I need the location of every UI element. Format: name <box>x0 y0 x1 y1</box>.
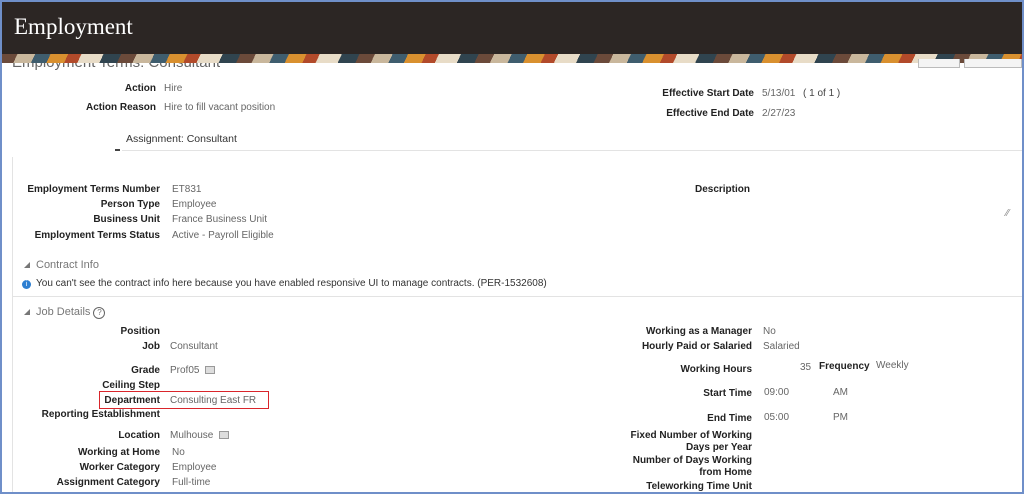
days-home-label: Number of Days Working <box>632 455 752 466</box>
manager-label: Working as a Manager <box>646 326 752 337</box>
start-time-value: 09:00 <box>764 387 790 398</box>
fixed-days-label: Fixed Number of Working <box>630 430 753 441</box>
person-type-value: Employee <box>172 199 217 210</box>
effective-start-value: 5/13/01 <box>762 88 796 99</box>
location-value: Mulhouse <box>170 430 214 441</box>
toolbar-button[interactable] <box>964 59 1022 68</box>
terms-status-value: Active - Payroll Eligible <box>172 230 274 241</box>
business-unit-value: France Business Unit <box>172 214 268 225</box>
description-label: Description <box>694 184 750 195</box>
divider <box>12 296 1022 297</box>
reporting-establishment-label: Reporting Establishment <box>41 409 160 420</box>
effective-start-label: Effective Start Date <box>662 88 754 99</box>
tab-marker <box>115 149 120 151</box>
date-range-count[interactable]: ( 1 of 1 ) <box>803 88 840 99</box>
terms-status-label: Employment Terms Status <box>34 230 160 241</box>
end-time-label: End Time <box>707 413 752 424</box>
hourly-salaried-label: Hourly Paid or Salaried <box>641 341 752 352</box>
info-icon: i <box>22 280 31 289</box>
effective-end-value: 2/27/23 <box>762 108 796 119</box>
start-time-label: Start Time <box>703 388 752 399</box>
working-hours-label: Working Hours <box>680 364 752 375</box>
left-border <box>12 157 13 492</box>
job-details-section[interactable]: Job Details ? <box>24 306 106 319</box>
end-time-value: 05:00 <box>764 412 790 423</box>
contract-info-message: i You can't see the contract info here be… <box>22 278 547 289</box>
teleworking-unit-label: Teleworking Time Unit <box>646 481 752 492</box>
message-text: You can't see the contract info here bec… <box>36 278 547 289</box>
department-label: Department <box>104 395 160 406</box>
department-value: Consulting East FR <box>170 395 257 406</box>
fixed-days-label-2: Days per Year <box>686 442 752 453</box>
terms-number-value: ET831 <box>172 184 202 195</box>
details-icon[interactable] <box>205 366 216 375</box>
details-icon[interactable] <box>219 431 230 440</box>
action-label: Action <box>124 83 156 94</box>
working-at-home-label: Working at Home <box>77 447 160 458</box>
end-time-ampm: PM <box>833 412 848 423</box>
person-type-label: Person Type <box>100 199 160 210</box>
divider <box>122 150 1022 151</box>
working-hours-value: 35 <box>800 362 812 373</box>
location-label: Location <box>118 430 160 441</box>
frequency-value: Weekly <box>876 360 909 371</box>
toolbar-button[interactable] <box>918 59 960 68</box>
job-value: Consultant <box>170 341 218 352</box>
worker-category-label: Worker Category <box>79 462 160 473</box>
employment-page: Employment Employment Terms: Consultant … <box>0 0 1024 494</box>
action-value: Hire <box>164 83 183 94</box>
terms-number-label: Employment Terms Number <box>27 184 160 195</box>
days-home-label-2: from Home <box>699 467 752 478</box>
working-at-home-value: No <box>172 447 185 458</box>
contract-info-section[interactable]: Contract Info <box>24 259 99 271</box>
collapse-triangle-icon <box>24 309 30 315</box>
header-title: Employment <box>14 14 133 39</box>
effective-end-label: Effective End Date <box>666 108 754 119</box>
action-reason-label: Action Reason <box>85 102 156 113</box>
assignment-category-value: Full-time <box>172 477 211 488</box>
ceiling-step-label: Ceiling Step <box>102 380 160 391</box>
header-banner: Employment <box>2 2 1022 54</box>
resize-handle-icon[interactable]: ⁄⁄ <box>1006 208 1009 219</box>
business-unit-label: Business Unit <box>93 214 160 225</box>
position-label: Position <box>120 326 160 337</box>
frequency-label: Frequency <box>819 361 870 372</box>
assignment-category-label: Assignment Category <box>56 477 160 488</box>
banner-pattern <box>2 54 1022 63</box>
grade-label: Grade <box>131 365 160 376</box>
help-icon[interactable]: ? <box>93 307 106 319</box>
manager-value: No <box>763 326 776 337</box>
grade-value: Prof05 <box>170 365 200 376</box>
action-reason-value: Hire to fill vacant position <box>164 102 276 113</box>
assignment-tab[interactable]: Assignment: Consultant <box>126 133 237 145</box>
contract-info-title: Contract Info <box>36 259 99 271</box>
collapse-triangle-icon <box>24 262 30 268</box>
start-time-ampm: AM <box>833 387 848 398</box>
hourly-salaried-value: Salaried <box>763 341 800 352</box>
job-label: Job <box>142 341 160 352</box>
job-details-title: Job Details <box>36 306 91 318</box>
worker-category-value: Employee <box>172 462 217 473</box>
